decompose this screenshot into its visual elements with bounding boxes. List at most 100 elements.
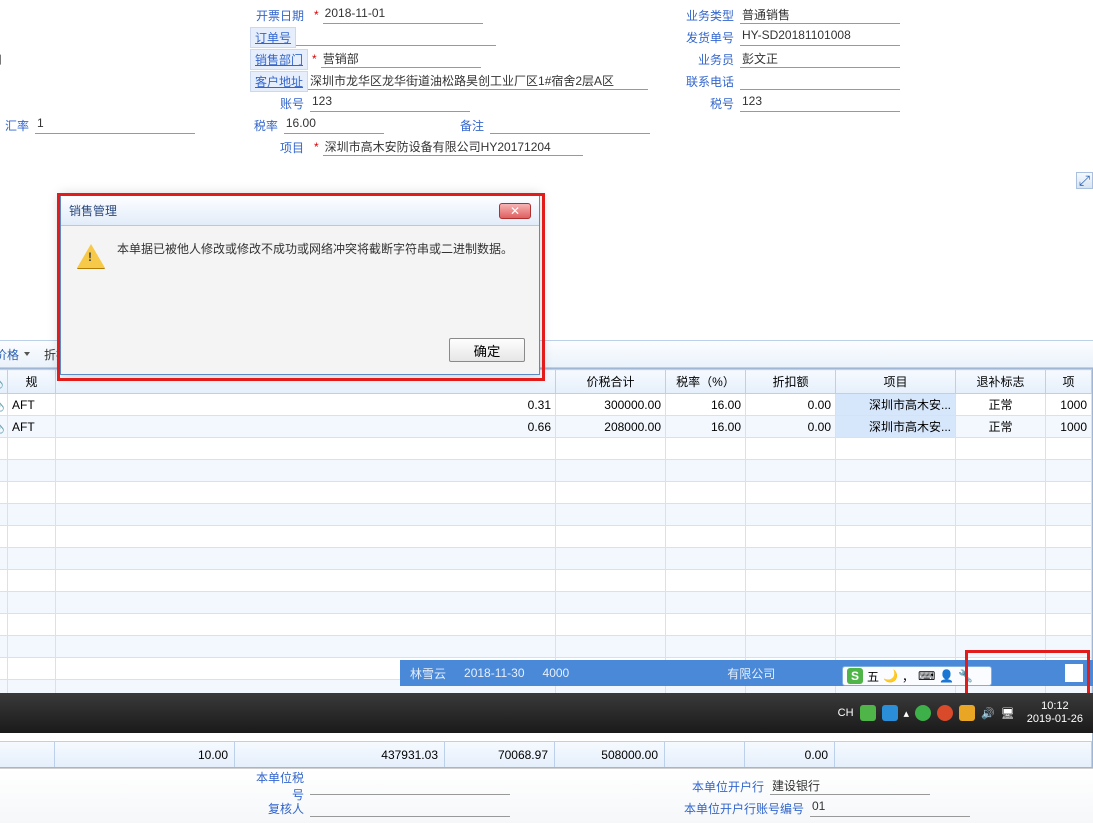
taxno-label: 税号 — [680, 95, 740, 112]
cust-addr-value[interactable]: 深圳市龙华区龙华街道油松路昊创工业厂区1#宿舍2层A区 — [308, 72, 648, 90]
salesperson-value[interactable]: 彭文正 — [740, 50, 900, 68]
clock-time: 10:12 — [1027, 700, 1083, 713]
col-total-tax[interactable]: 价税合计 — [556, 370, 666, 394]
bank-label: 本单位开户行 — [680, 778, 770, 795]
ime-toolbar[interactable]: S 五 🌙 ， ⌨ 👤 🔧 — [842, 666, 992, 686]
tax-rate-value[interactable]: 16.00 — [284, 116, 384, 134]
reviewer-value[interactable] — [310, 799, 510, 817]
warning-icon — [77, 244, 105, 268]
order-no-label[interactable]: 订单号 — [250, 27, 296, 48]
remark-label: 备注 — [384, 117, 490, 134]
status-date: 2018-11-30 — [464, 666, 525, 680]
ime-keyboard-icon[interactable]: ⌨ — [918, 669, 935, 683]
bank-acct-label: 本单位开户行账号编号 — [680, 800, 810, 817]
clip-header: 📎 — [0, 370, 8, 394]
footer-form: 限公司 本单位税号 复核人 本单位开户行 建设银行 本单位开户行账号编号 01 — [0, 768, 1093, 823]
dialog-message: 本单据已被他人修改或修改不成功或网络冲突将截断字符串或二进制数据。 — [117, 240, 513, 268]
biz-type-value[interactable]: 普通销售 — [740, 6, 900, 24]
lang-indicator[interactable]: CH — [838, 707, 854, 719]
totals-row: 10.00 437931.03 70068.97 508000.00 0.00 — [0, 741, 1092, 767]
rate-row: 汇率 1 — [0, 114, 220, 136]
total-sum: 508000.00 — [555, 742, 665, 767]
delivery-no-row: 发货单号 HY-SD20181101008 — [680, 26, 1020, 48]
unit-tax-value[interactable] — [310, 777, 510, 795]
col-tax-rate[interactable]: 税率（%） — [666, 370, 746, 394]
tray-icon-red[interactable] — [937, 705, 953, 721]
biz-type-row: 业务类型 普通销售 — [680, 4, 1020, 26]
col-refund[interactable]: 退补标志 — [956, 370, 1046, 394]
delivery-no-value[interactable]: HY-SD20181101008 — [740, 28, 900, 46]
status-phone: 4000 — [543, 666, 570, 680]
sales-dept-row: 销售部门 * 营销部 — [250, 48, 650, 70]
required-mark: * — [310, 8, 323, 22]
tray-expand-icon[interactable]: ▴ — [904, 707, 910, 720]
sales-dept-label[interactable]: 销售部门 — [250, 49, 308, 70]
system-tray[interactable]: CH ▴ 🔊 🖥 — [838, 705, 1015, 721]
ime-comma-icon[interactable]: ， — [902, 668, 914, 685]
form-area: 备有限公司 汇率 1 开票日期 * 2018-11-01 订单号 销售部门 * … — [0, 0, 1093, 170]
ime-wrench-icon[interactable]: 🔧 — [958, 669, 973, 683]
salesperson-label: 业务员 — [680, 51, 740, 68]
contact-row: 联系电话 — [680, 70, 1020, 92]
invoice-date-row: 开票日期 * 2018-11-01 — [250, 4, 650, 26]
cust-addr-label[interactable]: 客户地址 — [250, 71, 308, 92]
col-last[interactable]: 项 — [1046, 370, 1092, 394]
tray-sogou-icon[interactable] — [860, 705, 876, 721]
grid-expand-button[interactable]: ⤢ — [1076, 172, 1093, 189]
biz-type-label: 业务类型 — [680, 7, 740, 24]
rate-value[interactable]: 1 — [35, 116, 195, 134]
invoice-date-value[interactable]: 2018-11-01 — [323, 6, 483, 24]
clock-date: 2019-01-26 — [1027, 713, 1083, 726]
ime-s-icon[interactable]: S — [847, 668, 863, 684]
qr-icon[interactable] — [1065, 664, 1083, 682]
taxno-row: 税号 123 — [680, 92, 1020, 114]
contact-label: 联系电话 — [680, 73, 740, 90]
dialog-title: 销售管理 — [69, 202, 117, 219]
col-spec[interactable]: 规 — [8, 370, 56, 394]
dialog-titlebar[interactable]: 销售管理 ✕ — [61, 196, 539, 226]
col-project[interactable]: 项目 — [836, 370, 956, 394]
ok-button[interactable]: 确定 — [449, 338, 525, 362]
table-row[interactable]: ....📎 AFT 0.31 300000.00 16.00 0.00 深圳市高… — [0, 394, 1092, 416]
account-value[interactable]: 123 — [310, 94, 470, 112]
col-discount[interactable]: 折扣额 — [746, 370, 836, 394]
rate-label: 汇率 — [0, 117, 35, 134]
bank-acct-value[interactable]: 01 — [810, 799, 970, 817]
tool-price[interactable]: 价格 — [0, 346, 30, 363]
tray-icon-yellow[interactable] — [959, 705, 975, 721]
project-value[interactable]: 深圳市高木安防设备有限公司HY20171204 — [323, 138, 583, 156]
status-user: 林雪云 — [410, 665, 446, 682]
account-row: 账号 123 — [250, 92, 650, 114]
account-label: 账号 — [250, 95, 310, 112]
tray-icon-1[interactable] — [882, 705, 898, 721]
reviewer-row: 复核人 — [250, 797, 510, 819]
table-row[interactable]: ....📎 AFT 0.66 208000.00 16.00 0.00 深圳市高… — [0, 416, 1092, 438]
cust-addr-row: 客户地址 深圳市龙华区龙华街道油松路昊创工业厂区1#宿舍2层A区 — [250, 70, 650, 92]
taxno-value[interactable]: 123 — [740, 94, 900, 112]
contact-value[interactable] — [740, 72, 900, 90]
error-dialog: 销售管理 ✕ 本单据已被他人修改或修改不成功或网络冲突将截断字符串或二进制数据。… — [60, 195, 540, 375]
tray-network-icon[interactable]: 🖥 — [1001, 707, 1015, 720]
tray-wechat-icon[interactable] — [915, 705, 931, 721]
remark-value[interactable] — [490, 116, 650, 134]
unit-tax-row: 本单位税号 — [250, 775, 510, 797]
salesperson-row: 业务员 彭文正 — [680, 48, 1020, 70]
close-icon[interactable]: ✕ — [499, 203, 531, 219]
sales-dept-value[interactable]: 营销部 — [321, 50, 481, 68]
ime-moon-icon[interactable]: 🌙 — [883, 669, 898, 683]
total-disc: 0.00 — [745, 742, 835, 767]
total-1: 10.00 — [55, 742, 235, 767]
project-label: 项目 — [250, 139, 310, 156]
taskbar-clock[interactable]: 10:12 2019-01-26 — [1027, 700, 1083, 726]
order-no-value[interactable] — [296, 28, 496, 46]
tax-rate-label: 税率 — [250, 117, 284, 134]
bank-value[interactable]: 建设银行 — [770, 777, 930, 795]
delivery-no-label: 发货单号 — [680, 29, 740, 46]
bank-acct-row: 本单位开户行账号编号 01 — [680, 797, 970, 819]
tray-volume-icon[interactable]: 🔊 — [981, 707, 995, 720]
company-fragment: 备有限公司 — [0, 48, 220, 70]
tax-rate-row: 税率 16.00 备注 — [250, 114, 650, 136]
ime-user-icon[interactable]: 👤 — [939, 669, 954, 683]
taskbar[interactable]: CH ▴ 🔊 🖥 10:12 2019-01-26 — [0, 693, 1093, 733]
ime-mode[interactable]: 五 — [867, 668, 879, 685]
